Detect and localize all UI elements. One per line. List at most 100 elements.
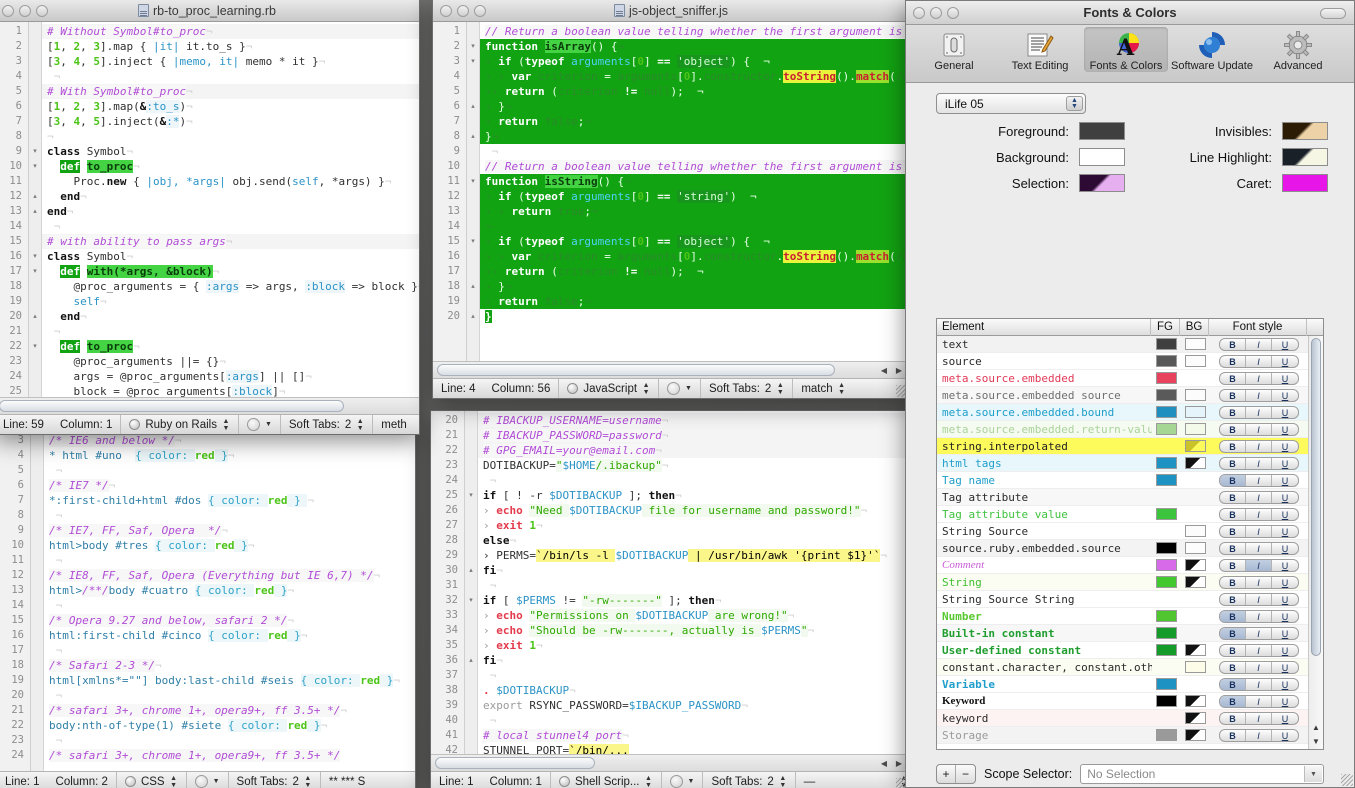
font-style-cell[interactable]: BIU [1210, 660, 1308, 674]
bg-cell[interactable] [1181, 525, 1210, 537]
fold-toggle-icon[interactable]: ▴ [467, 279, 479, 294]
table-row[interactable]: html tags B I U [937, 455, 1308, 472]
chevron-updown-icon[interactable]: ▲▼ [645, 775, 653, 788]
element-scroll-thumb[interactable] [1311, 338, 1321, 656]
bg-color-swatch[interactable] [1185, 576, 1206, 588]
table-row[interactable]: meta.source.embedded.return-value B I U [937, 421, 1308, 438]
chevron-updown-icon[interactable]: ▲▼ [776, 382, 784, 396]
font-style-segmented-control[interactable]: BIU [1219, 388, 1299, 402]
font-style-segmented-control[interactable]: BIU [1219, 371, 1299, 385]
bg-cell[interactable] [1181, 542, 1210, 554]
font-style-cell[interactable]: BIU [1210, 507, 1308, 521]
js-fold-column[interactable]: ▾ ▾ ▴ ▴ ▾ ▾ ▴ ▴ [467, 22, 480, 361]
table-row[interactable]: meta.source.embedded.bound B I U [937, 404, 1308, 421]
code-line[interactable]: › › var criterion = arguments[0].constru… [480, 249, 909, 264]
font-style-segmented-control[interactable]: BIU [1219, 490, 1299, 504]
bg-cell[interactable] [1181, 729, 1210, 741]
font-style-cell[interactable]: BIU [1210, 405, 1308, 419]
shell-hscrollbar[interactable]: ◀ ▶ [431, 754, 909, 771]
chevron-updown-icon[interactable]: ▲▼ [779, 775, 787, 788]
fold-toggle-icon[interactable]: ▾ [467, 234, 479, 249]
ruby-titlebar[interactable]: rb-to_proc_learning.rb [0, 0, 419, 22]
table-row[interactable]: keyword B I U [937, 710, 1308, 727]
fold-toggle-icon[interactable]: ▾ [29, 339, 41, 354]
font-style-cell[interactable]: BIU [1210, 473, 1308, 487]
bg-color-swatch[interactable] [1185, 661, 1206, 673]
fg-color-swatch[interactable] [1156, 559, 1177, 571]
code-line[interactable]: @proc_arguments ||= {}¬ [42, 354, 419, 369]
code-line[interactable]: › echo "Should be -rw-------, actually i… [478, 623, 909, 638]
code-line[interactable]: *:first-child+html #dos { color: red } ¬ [44, 493, 415, 508]
fold-toggle-icon[interactable]: ▴ [29, 189, 41, 204]
toolbar-item-text-editing[interactable]: Text Editing [998, 27, 1082, 72]
fg-cell[interactable] [1152, 644, 1181, 656]
prefs-toolbar[interactable]: General Text Editing A Fonts & Colors Softwa… [906, 25, 1354, 83]
fg-color-swatch[interactable] [1156, 644, 1177, 656]
code-line[interactable]: args = @proc_arguments[:args] || []¬ [42, 369, 419, 384]
underline-toggle[interactable]: U [1272, 645, 1298, 656]
fg-color-swatch[interactable] [1156, 729, 1177, 741]
code-line[interactable]: def to_proc¬ [42, 159, 419, 174]
css-soft-tabs[interactable]: Soft Tabs: 2 ▲ ▼ [229, 772, 321, 788]
italic-toggle[interactable]: I [1246, 593, 1272, 605]
code-line[interactable]: › echo "Permissions on $DOTIBACKUP are w… [478, 608, 909, 623]
underline-toggle[interactable]: U [1272, 441, 1298, 452]
bg-cell[interactable] [1181, 576, 1210, 588]
bold-toggle[interactable]: B [1220, 644, 1246, 656]
js-status-bar[interactable]: Line: 4 Column: 56 JavaScript ▲ ▼ ▼ Soft … [433, 378, 909, 398]
bg-color-swatch[interactable] [1185, 729, 1206, 741]
table-row[interactable]: constant.character, constant.other B I U [937, 659, 1308, 676]
font-style-segmented-control[interactable]: BIU [1219, 507, 1299, 521]
fold-toggle-icon[interactable]: ▾ [467, 54, 479, 69]
font-style-segmented-control[interactable]: BIU [1219, 592, 1299, 606]
shell-editor[interactable]: 20 21 22 23 24 25 26 27 28 29 30 31 32 33 34 35 36 37 38 39… [431, 411, 909, 754]
font-style-segmented-control[interactable]: BIU [1219, 660, 1299, 674]
chevron-updown-icon[interactable]: ▲▼ [222, 418, 230, 432]
bold-toggle[interactable]: B [1220, 355, 1246, 367]
font-style-cell[interactable]: BIU [1210, 575, 1308, 589]
code-line[interactable]: › exit 1¬ [478, 638, 909, 653]
bold-toggle[interactable]: B [1220, 491, 1246, 503]
code-line[interactable]: def with(*args, &block)¬ [42, 264, 419, 279]
underline-toggle[interactable]: U [1272, 492, 1298, 503]
fg-color-swatch[interactable] [1156, 542, 1177, 554]
js-editor[interactable]: 1 2 3 4 5 6 7 8 9 10 11 12 13 14 15 16 17 18 19 20 ▾ ▾ ▴ ▴ ▾ ▾ ▴ ▴… [433, 22, 909, 361]
code-line[interactable]: } [480, 309, 909, 324]
italic-toggle[interactable]: I [1246, 355, 1272, 367]
bold-toggle[interactable]: B [1220, 525, 1246, 537]
add-remove-buttons[interactable]: + − [936, 764, 976, 784]
bold-toggle[interactable]: B [1220, 729, 1246, 741]
fg-cell[interactable] [1152, 627, 1181, 639]
table-row[interactable]: Storage B I U [937, 727, 1308, 744]
chevron-updown-icon[interactable]: ▲▼ [642, 382, 650, 396]
font-style-segmented-control[interactable]: BIU [1219, 337, 1299, 351]
toolbar-item-advanced[interactable]: Advanced [1256, 27, 1340, 72]
window-preferences[interactable]: Fonts & Colors General Text Editing A Fonts… [905, 0, 1355, 788]
underline-toggle[interactable]: U [1272, 594, 1298, 605]
fg-color-swatch[interactable] [1156, 372, 1177, 384]
fg-cell[interactable] [1152, 457, 1181, 469]
bg-color-swatch[interactable] [1185, 457, 1206, 469]
shell-hscroll-thumb[interactable] [435, 757, 595, 769]
code-line[interactable]: [1, 2, 3].map(&:to_s)¬ [42, 99, 419, 114]
italic-toggle[interactable]: I [1246, 729, 1272, 741]
font-style-segmented-control[interactable]: BIU [1219, 728, 1299, 742]
gear-icon[interactable] [667, 382, 681, 395]
underline-toggle[interactable]: U [1272, 458, 1298, 469]
swatch-foreground[interactable] [1079, 122, 1125, 140]
italic-toggle[interactable]: I [1246, 525, 1272, 537]
code-line[interactable]: › return false;¬ [480, 294, 909, 309]
ruby-status-bar[interactable]: Line: 59 Column: 1 Ruby on Rails ▲ ▼ ▼ So… [0, 414, 419, 434]
fg-cell[interactable] [1152, 678, 1181, 690]
chevron-updown-icon[interactable]: ▲▼ [838, 382, 846, 396]
font-style-cell[interactable]: BIU [1210, 711, 1308, 725]
italic-toggle[interactable]: I [1246, 338, 1272, 350]
ruby-hscrollbar[interactable] [0, 397, 419, 414]
code-line[interactable]: ¬ [480, 144, 909, 159]
bg-color-swatch[interactable] [1185, 712, 1206, 724]
code-line[interactable]: Proc.new { |obj, *args| obj.send(self, *… [42, 174, 419, 189]
code-line[interactable]: def to_proc¬ [42, 339, 419, 354]
italic-toggle[interactable]: I [1246, 389, 1272, 401]
underline-toggle[interactable]: U [1272, 475, 1298, 486]
font-style-cell[interactable]: BIU [1210, 388, 1308, 402]
